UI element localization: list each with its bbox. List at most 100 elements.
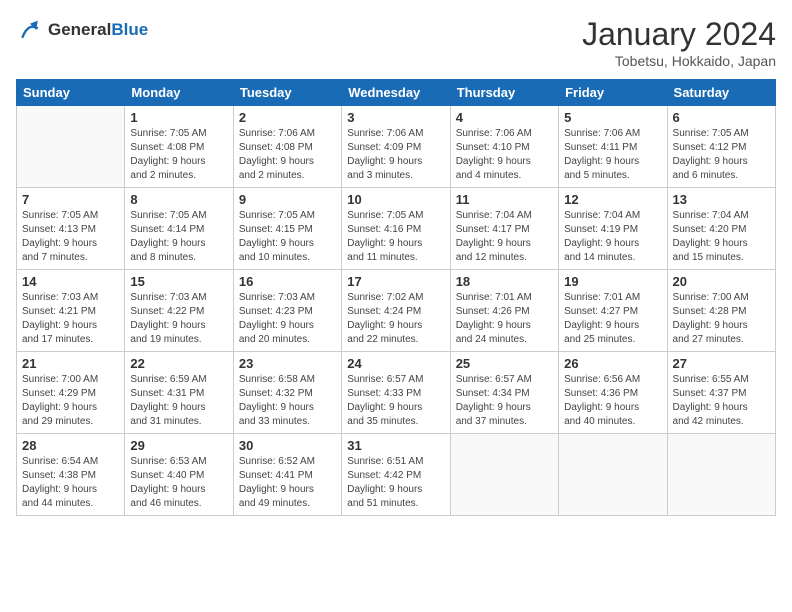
header-wednesday: Wednesday — [342, 80, 450, 106]
header-saturday: Saturday — [667, 80, 775, 106]
week-row-1: 7Sunrise: 7:05 AM Sunset: 4:13 PM Daylig… — [17, 188, 776, 270]
calendar-cell — [450, 434, 558, 516]
calendar-cell: 24 Sunrise: 6:57 AM Sunset: 4:33 PM Dayli… — [342, 352, 450, 434]
calendar-cell: 20Sunrise: 7:00 AM Sunset: 4:28 PM Dayli… — [667, 270, 775, 352]
day-info: Sunrise: 7:05 AM Sunset: 4:16 PM Dayligh… — [347, 209, 444, 265]
day-number: 21 — [22, 356, 119, 371]
day-number: 2 — [239, 110, 336, 125]
calendar-cell: 1Sunrise: 7:05 AM Sunset: 4:08 PM Daylig… — [125, 106, 233, 188]
day-info: Sunrise: 7:06 AM Sunset: 4:09 PM Dayligh… — [347, 127, 444, 183]
day-number: 11 — [456, 192, 553, 207]
subtitle: Tobetsu, Hokkaido, Japan — [582, 53, 776, 69]
day-number: 13 — [673, 192, 770, 207]
day-number: 28 — [22, 438, 119, 453]
day-info: Sunrise: 6:57 AM Sunset: 4:33 PM Dayligh… — [347, 373, 444, 429]
main-container: GeneralBlue January 2024 Tobetsu, Hokkai… — [0, 0, 792, 524]
calendar-cell: 18 Sunrise: 7:01 AM Sunset: 4:26 PM Dayli… — [450, 270, 558, 352]
calendar-cell: 30Sunrise: 6:52 AM Sunset: 4:41 PM Dayli… — [233, 434, 341, 516]
logo-icon — [16, 16, 44, 44]
day-number: 26 — [564, 356, 661, 371]
day-number: 10 — [347, 192, 444, 207]
day-info: Sunrise: 7:05 AM Sunset: 4:12 PM Dayligh… — [673, 127, 770, 183]
day-info: Sunrise: 6:56 AM Sunset: 4:36 PM Dayligh… — [564, 373, 661, 429]
calendar-cell: 22 Sunrise: 6:59 AM Sunset: 4:31 PM Dayli… — [125, 352, 233, 434]
day-info: Sunrise: 7:05 AM Sunset: 4:14 PM Dayligh… — [130, 209, 227, 265]
calendar-header-row: SundayMondayTuesdayWednesdayThursdayFrid… — [17, 80, 776, 106]
calendar-cell: 21 Sunrise: 7:00 AM Sunset: 4:29 PM Dayli… — [17, 352, 125, 434]
calendar-cell — [17, 106, 125, 188]
calendar-cell: 16 Sunrise: 7:03 AM Sunset: 4:23 PM Dayli… — [233, 270, 341, 352]
header-monday: Monday — [125, 80, 233, 106]
day-info: Sunrise: 7:03 AM Sunset: 4:23 PM Dayligh… — [239, 291, 336, 347]
day-number: 31 — [347, 438, 444, 453]
calendar-cell: 13 Sunrise: 7:04 AM Sunset: 4:20 PM Dayli… — [667, 188, 775, 270]
day-info: Sunrise: 7:02 AM Sunset: 4:24 PM Dayligh… — [347, 291, 444, 347]
day-info: Sunrise: 6:57 AM Sunset: 4:34 PM Dayligh… — [456, 373, 553, 429]
calendar-cell: 31 Sunrise: 6:51 AM Sunset: 4:42 PM Dayli… — [342, 434, 450, 516]
calendar-cell: 28 Sunrise: 6:54 AM Sunset: 4:38 PM Dayli… — [17, 434, 125, 516]
day-number: 5 — [564, 110, 661, 125]
calendar-cell: 5Sunrise: 7:06 AM Sunset: 4:11 PM Daylig… — [559, 106, 667, 188]
day-number: 18 — [456, 274, 553, 289]
day-number: 8 — [130, 192, 227, 207]
day-info: Sunrise: 7:04 AM Sunset: 4:20 PM Dayligh… — [673, 209, 770, 265]
day-info: Sunrise: 7:04 AM Sunset: 4:17 PM Dayligh… — [456, 209, 553, 265]
calendar-cell: 4Sunrise: 7:06 AM Sunset: 4:10 PM Daylig… — [450, 106, 558, 188]
header-thursday: Thursday — [450, 80, 558, 106]
day-info: Sunrise: 7:03 AM Sunset: 4:22 PM Dayligh… — [130, 291, 227, 347]
calendar-cell: 15 Sunrise: 7:03 AM Sunset: 4:22 PM Dayli… — [125, 270, 233, 352]
calendar-cell — [667, 434, 775, 516]
day-number: 14 — [22, 274, 119, 289]
day-number: 7 — [22, 192, 119, 207]
day-info: Sunrise: 6:51 AM Sunset: 4:42 PM Dayligh… — [347, 455, 444, 511]
day-info: Sunrise: 7:01 AM Sunset: 4:26 PM Dayligh… — [456, 291, 553, 347]
day-info: Sunrise: 7:00 AM Sunset: 4:29 PM Dayligh… — [22, 373, 119, 429]
day-info: Sunrise: 7:04 AM Sunset: 4:19 PM Dayligh… — [564, 209, 661, 265]
header: GeneralBlue January 2024 Tobetsu, Hokkai… — [16, 16, 776, 69]
main-title: January 2024 — [582, 16, 776, 53]
calendar-cell: 23Sunrise: 6:58 AM Sunset: 4:32 PM Dayli… — [233, 352, 341, 434]
logo: GeneralBlue — [16, 16, 148, 44]
calendar-cell: 7Sunrise: 7:05 AM Sunset: 4:13 PM Daylig… — [17, 188, 125, 270]
day-info: Sunrise: 7:00 AM Sunset: 4:28 PM Dayligh… — [673, 291, 770, 347]
calendar-cell: 8 Sunrise: 7:05 AM Sunset: 4:14 PM Daylig… — [125, 188, 233, 270]
week-row-2: 14Sunrise: 7:03 AM Sunset: 4:21 PM Dayli… — [17, 270, 776, 352]
day-info: Sunrise: 6:55 AM Sunset: 4:37 PM Dayligh… — [673, 373, 770, 429]
day-number: 25 — [456, 356, 553, 371]
week-row-3: 21 Sunrise: 7:00 AM Sunset: 4:29 PM Dayli… — [17, 352, 776, 434]
calendar-cell: 17 Sunrise: 7:02 AM Sunset: 4:24 PM Dayli… — [342, 270, 450, 352]
day-number: 3 — [347, 110, 444, 125]
title-block: January 2024 Tobetsu, Hokkaido, Japan — [582, 16, 776, 69]
day-info: Sunrise: 6:54 AM Sunset: 4:38 PM Dayligh… — [22, 455, 119, 511]
calendar-cell: 3 Sunrise: 7:06 AM Sunset: 4:09 PM Daylig… — [342, 106, 450, 188]
day-info: Sunrise: 7:06 AM Sunset: 4:10 PM Dayligh… — [456, 127, 553, 183]
calendar-cell: 25 Sunrise: 6:57 AM Sunset: 4:34 PM Dayli… — [450, 352, 558, 434]
calendar-cell: 14Sunrise: 7:03 AM Sunset: 4:21 PM Dayli… — [17, 270, 125, 352]
calendar-cell: 27 Sunrise: 6:55 AM Sunset: 4:37 PM Dayli… — [667, 352, 775, 434]
day-info: Sunrise: 6:59 AM Sunset: 4:31 PM Dayligh… — [130, 373, 227, 429]
calendar-cell: 10 Sunrise: 7:05 AM Sunset: 4:16 PM Dayli… — [342, 188, 450, 270]
calendar-cell: 6Sunrise: 7:05 AM Sunset: 4:12 PM Daylig… — [667, 106, 775, 188]
calendar-cell — [559, 434, 667, 516]
day-info: Sunrise: 7:01 AM Sunset: 4:27 PM Dayligh… — [564, 291, 661, 347]
day-number: 30 — [239, 438, 336, 453]
day-number: 24 — [347, 356, 444, 371]
header-sunday: Sunday — [17, 80, 125, 106]
logo-text: GeneralBlue — [48, 21, 148, 40]
day-info: Sunrise: 7:05 AM Sunset: 4:15 PM Dayligh… — [239, 209, 336, 265]
calendar-cell: 26 Sunrise: 6:56 AM Sunset: 4:36 PM Dayli… — [559, 352, 667, 434]
day-number: 12 — [564, 192, 661, 207]
day-number: 9 — [239, 192, 336, 207]
day-number: 23 — [239, 356, 336, 371]
day-number: 27 — [673, 356, 770, 371]
day-number: 22 — [130, 356, 227, 371]
calendar-cell: 12 Sunrise: 7:04 AM Sunset: 4:19 PM Dayli… — [559, 188, 667, 270]
day-number: 29 — [130, 438, 227, 453]
day-info: Sunrise: 6:53 AM Sunset: 4:40 PM Dayligh… — [130, 455, 227, 511]
day-number: 16 — [239, 274, 336, 289]
day-number: 15 — [130, 274, 227, 289]
day-number: 1 — [130, 110, 227, 125]
calendar-cell: 9 Sunrise: 7:05 AM Sunset: 4:15 PM Daylig… — [233, 188, 341, 270]
header-friday: Friday — [559, 80, 667, 106]
day-number: 17 — [347, 274, 444, 289]
